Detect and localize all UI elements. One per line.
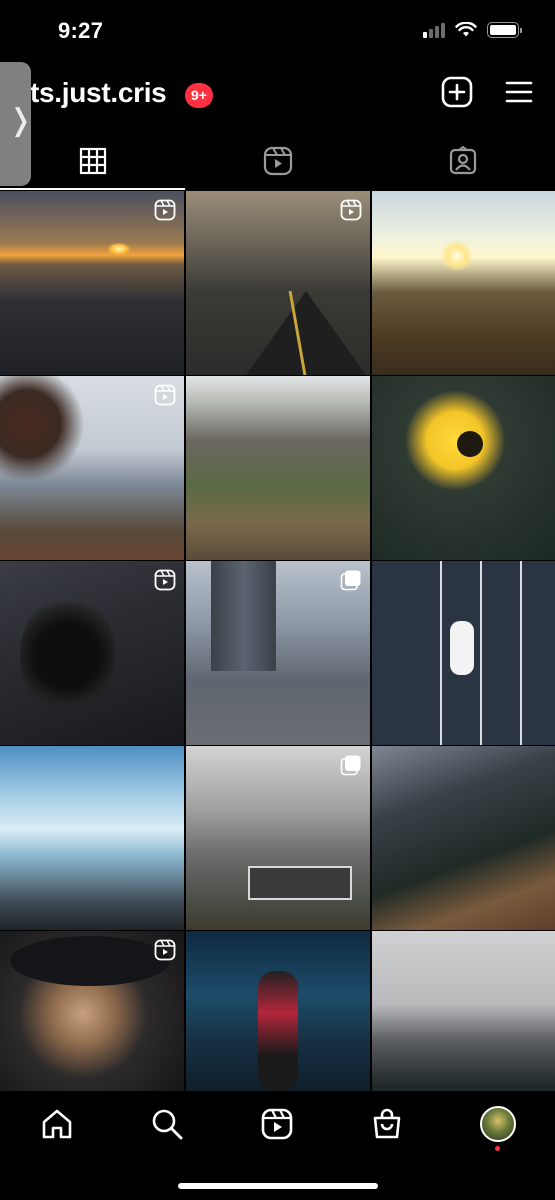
post-thumbnail[interactable] <box>186 561 370 745</box>
post-thumbnail[interactable] <box>372 931 555 1115</box>
side-drawer-handle[interactable]: ❭ <box>0 62 34 186</box>
post-thumbnail[interactable] <box>0 191 184 375</box>
post-thumbnail[interactable] <box>372 561 555 745</box>
reels-icon <box>154 199 176 221</box>
wifi-icon <box>455 22 477 37</box>
shopping-bag-icon[interactable] <box>370 1107 404 1141</box>
reels-icon[interactable] <box>260 1107 294 1141</box>
status-icons <box>423 22 522 38</box>
post-thumbnail[interactable] <box>186 931 370 1115</box>
profile-username[interactable]: ts.just.cris <box>30 77 167 109</box>
post-thumbnail[interactable] <box>0 746 184 930</box>
grid-icon <box>79 147 106 174</box>
post-thumbnail[interactable] <box>0 931 184 1115</box>
reels-icon <box>154 569 176 591</box>
status-time: 9:27 <box>58 18 104 43</box>
reels-icon <box>154 384 176 406</box>
avatar[interactable] <box>480 1106 516 1142</box>
carousel-icon <box>340 570 361 591</box>
tab-tagged[interactable] <box>370 132 555 189</box>
create-post-icon[interactable] <box>440 75 474 109</box>
post-thumbnail[interactable] <box>186 746 370 930</box>
reels-icon <box>340 199 362 221</box>
battery-icon <box>487 22 522 38</box>
post-thumbnail[interactable] <box>372 746 555 930</box>
reels-icon <box>263 146 292 175</box>
post-thumbnail[interactable] <box>372 191 555 375</box>
profile-notification-dot <box>495 1146 500 1151</box>
reels-icon <box>154 939 176 961</box>
notification-badge[interactable]: 9+ <box>185 83 213 108</box>
post-thumbnail[interactable] <box>186 376 370 560</box>
tagged-icon <box>449 145 476 174</box>
chevron-right-icon: ❭ <box>8 104 34 137</box>
post-thumbnail[interactable] <box>186 191 370 375</box>
post-thumbnail[interactable] <box>0 561 184 745</box>
menu-icon[interactable] <box>502 75 536 109</box>
post-thumbnail[interactable] <box>0 376 184 560</box>
signal-icon <box>423 22 445 38</box>
profile-tabs <box>0 132 555 190</box>
profile-header: ts.just.cris 9+ <box>0 62 555 132</box>
search-icon[interactable] <box>150 1107 184 1141</box>
home-icon[interactable] <box>40 1107 74 1141</box>
home-indicator[interactable] <box>178 1183 378 1189</box>
posts-grid <box>0 191 555 1115</box>
post-thumbnail[interactable] <box>372 376 555 560</box>
status-bar: 9:27 <box>0 0 555 62</box>
carousel-icon <box>340 755 361 776</box>
tab-reels[interactable] <box>185 132 370 189</box>
